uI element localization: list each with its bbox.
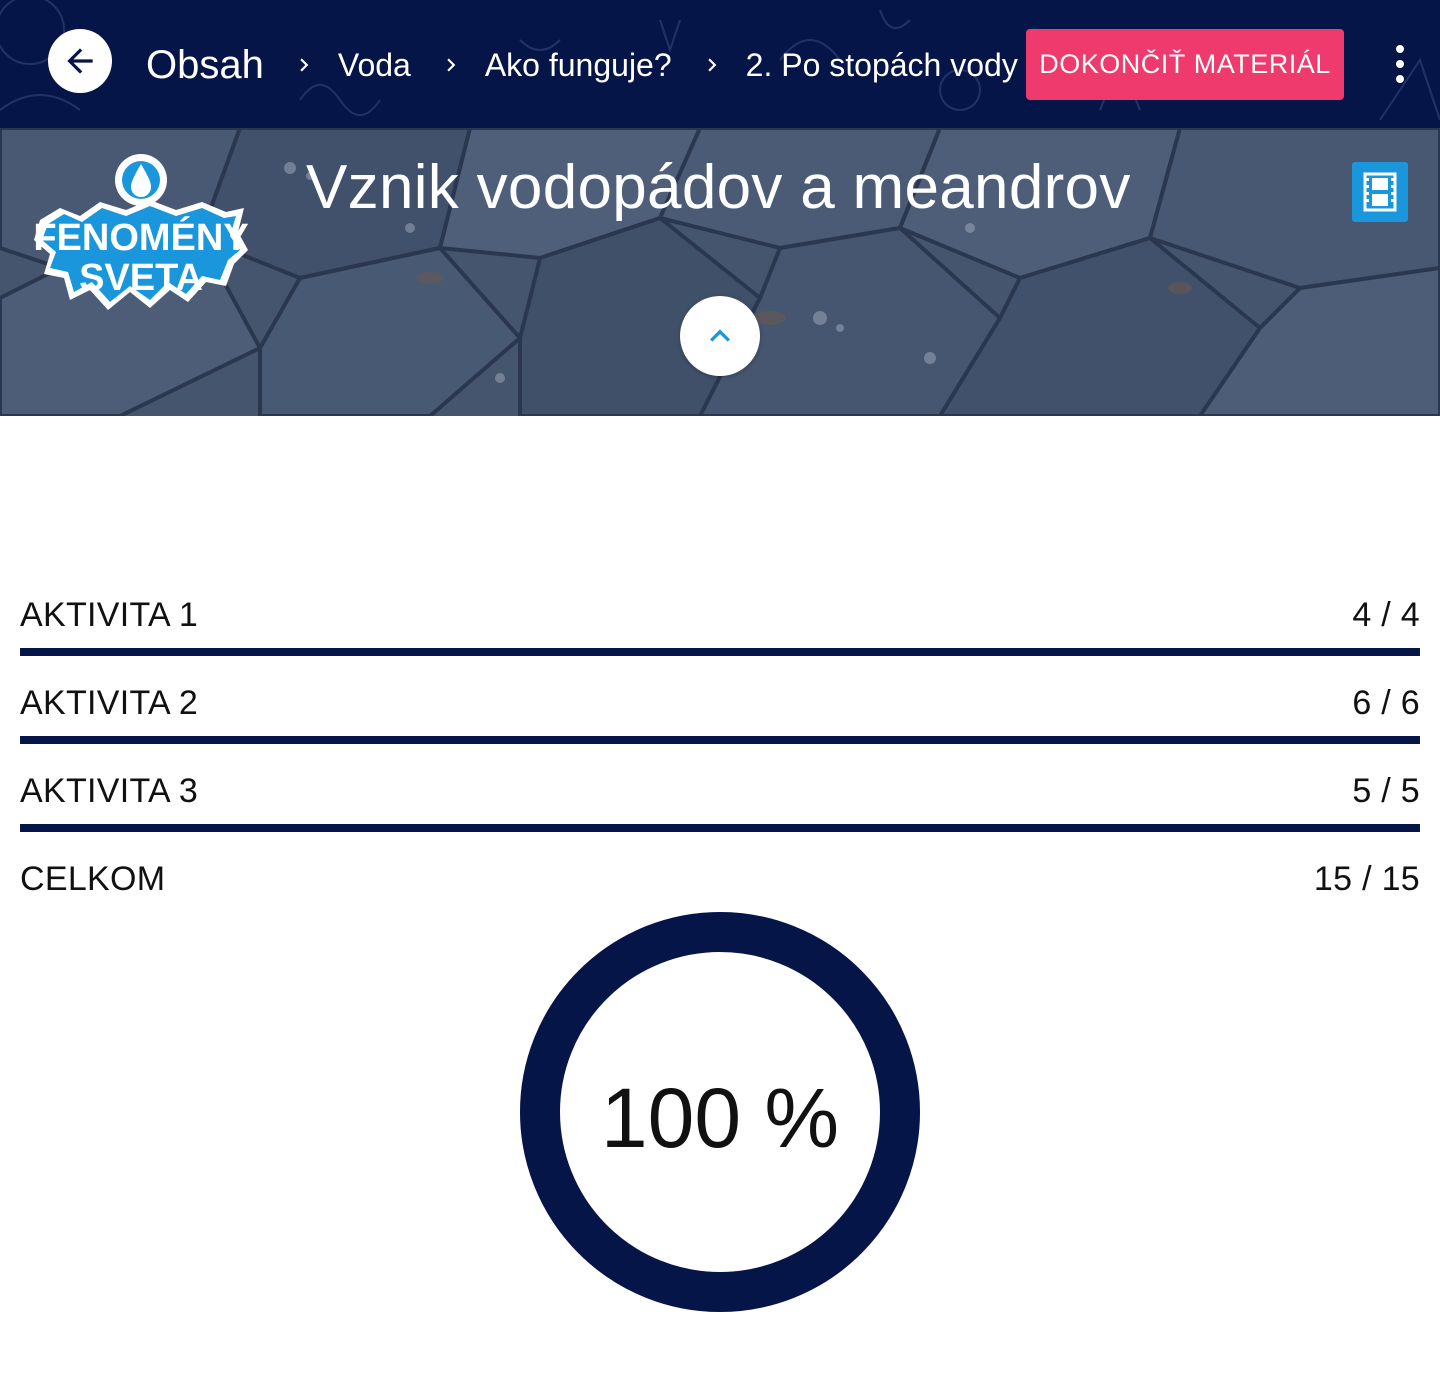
hero-banner: FENOMÉNY SVETA Vznik vodopádov a meandro…	[0, 128, 1440, 416]
breadcrumb-home[interactable]: Obsah	[146, 43, 264, 88]
breadcrumb: Obsah Voda Ako funguje? 2. Po stopách vo…	[146, 30, 1061, 100]
chevron-right-icon	[284, 52, 324, 78]
activity-row: AKTIVITA 1 4 / 4	[20, 578, 1420, 666]
top-bar: Obsah Voda Ako funguje? 2. Po stopách vo…	[0, 0, 1440, 128]
total-score: 15 / 15	[1313, 860, 1420, 898]
total-label: CELKOM	[20, 860, 166, 898]
back-button[interactable]	[48, 29, 112, 93]
activity-label: AKTIVITA 3	[20, 772, 199, 810]
collapse-button[interactable]	[680, 296, 760, 376]
activity-label: AKTIVITA 1	[20, 596, 199, 634]
page-title: Vznik vodopádov a meandrov	[306, 153, 1131, 222]
activity-progress-fill	[20, 736, 1420, 744]
finish-material-button[interactable]: DOKONČIŤ MATERIÁL	[1026, 29, 1344, 100]
activity-progress-bar	[20, 736, 1420, 744]
activity-row: AKTIVITA 2 6 / 6	[20, 666, 1420, 754]
activity-score: 4 / 4	[1352, 596, 1420, 634]
film-icon[interactable]	[1352, 162, 1408, 222]
score-percent: 100 %	[600, 1071, 840, 1165]
more-vertical-icon[interactable]	[1380, 36, 1420, 92]
chevron-up-icon	[710, 329, 730, 342]
activity-progress-fill	[20, 648, 1420, 656]
breadcrumb-item-voda[interactable]: Voda	[338, 47, 411, 84]
arrow-left-icon	[67, 48, 93, 74]
breadcrumb-item-current[interactable]: 2. Po stopách vody v…	[746, 47, 1061, 84]
breadcrumb-item-ako-funguje[interactable]: Ako funguje?	[485, 47, 672, 84]
fenomeny-sveta-logo: FENOMÉNY SVETA	[33, 154, 249, 310]
results-summary: AKTIVITA 1 4 / 4 AKTIVITA 2 6 / 6 AKTIVI…	[20, 578, 1420, 930]
activity-score: 6 / 6	[1352, 684, 1420, 722]
activity-row: AKTIVITA 3 5 / 5	[20, 754, 1420, 842]
activity-score: 5 / 5	[1352, 772, 1420, 810]
logo-line2: SVETA	[79, 257, 203, 299]
activity-label: AKTIVITA 2	[20, 684, 199, 722]
chevron-right-icon	[431, 52, 471, 78]
activity-progress-fill	[20, 824, 1420, 832]
activity-progress-bar	[20, 648, 1420, 656]
logo-line1: FENOMÉNY	[33, 215, 248, 259]
activity-progress-bar	[20, 824, 1420, 832]
chevron-right-icon	[692, 52, 732, 78]
